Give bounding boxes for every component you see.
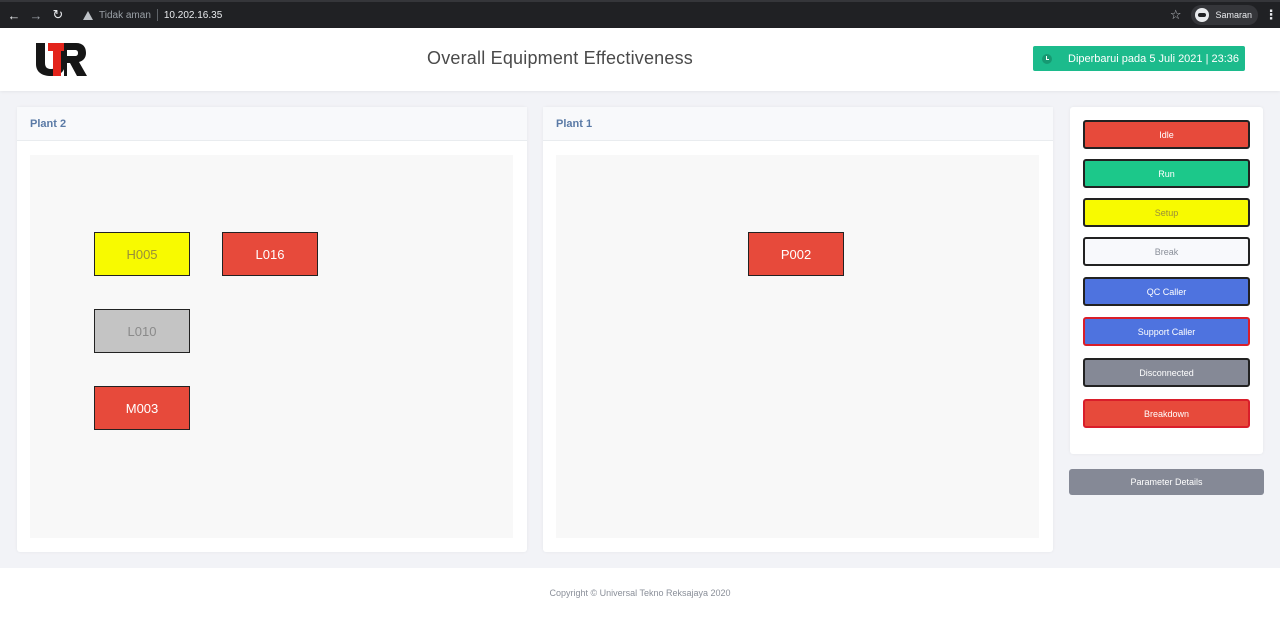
legend-break: Break	[1083, 237, 1250, 266]
divider	[156, 9, 158, 21]
bookmark-star-icon[interactable]: ☆	[1170, 7, 1182, 23]
legend-run: Run	[1083, 159, 1250, 188]
incognito-icon	[1195, 8, 1210, 22]
forward-arrow-icon[interactable]: →	[25, 4, 47, 26]
plant-1-header: Plant 1	[543, 107, 1053, 141]
plant-1-layout: P002	[556, 155, 1039, 538]
plant-2-layout: H005 L016 L010 M003	[30, 155, 513, 538]
plant-2-card: Plant 2 H005 L016 L010 M003	[17, 107, 527, 552]
machine-tile[interactable]: M003	[94, 386, 190, 430]
profile-button[interactable]: Samaran	[1191, 5, 1258, 25]
back-arrow-icon[interactable]: ←	[3, 4, 25, 26]
machine-tile[interactable]: L010	[94, 309, 190, 353]
legend-support-caller: Support Caller	[1083, 317, 1250, 346]
clock-icon	[1042, 53, 1052, 64]
last-updated-badge: Diperbarui pada 5 Juli 2021 | 23:36	[1033, 46, 1245, 71]
more-menu-icon[interactable]: ⋮	[1262, 7, 1280, 23]
legend-idle: Idle	[1083, 120, 1250, 149]
status-legend: Idle Run Setup Break QC Caller Support C…	[1070, 107, 1263, 454]
browser-toolbar: ← → ↻ Tidak aman 10.202.16.35 ☆ Samaran …	[0, 0, 1280, 28]
legend-disconnected: Disconnected	[1083, 358, 1250, 387]
plant-2-header: Plant 2	[17, 107, 527, 141]
warning-icon	[83, 10, 93, 20]
last-updated-label: Diperbarui pada 5 Juli 2021 | 23:36	[1068, 52, 1240, 65]
machine-tile[interactable]: H005	[94, 232, 190, 276]
url-text[interactable]: 10.202.16.35	[164, 10, 222, 21]
page-title: Overall Equipment Effectiveness	[427, 48, 693, 68]
copyright-text: Copyright © Universal Tekno Reksajaya 20…	[549, 588, 731, 598]
reload-icon[interactable]: ↻	[47, 4, 69, 26]
app-header: Overall Equipment Effectiveness Diperbar…	[0, 28, 1280, 91]
parameter-details-button[interactable]: Parameter Details	[1069, 469, 1264, 495]
machine-tile[interactable]: L016	[222, 232, 318, 276]
legend-setup: Setup	[1083, 198, 1250, 227]
footer: Copyright © Universal Tekno Reksajaya 20…	[0, 568, 1280, 643]
plant-1-card: Plant 1 P002	[543, 107, 1053, 552]
legend-breakdown: Breakdown	[1083, 399, 1250, 428]
security-label[interactable]: Tidak aman	[99, 10, 151, 21]
profile-label: Samaran	[1215, 10, 1252, 20]
address-bar[interactable]: Tidak aman 10.202.16.35	[75, 5, 1163, 25]
machine-tile[interactable]: P002	[748, 232, 844, 276]
legend-qc-caller: QC Caller	[1083, 277, 1250, 306]
